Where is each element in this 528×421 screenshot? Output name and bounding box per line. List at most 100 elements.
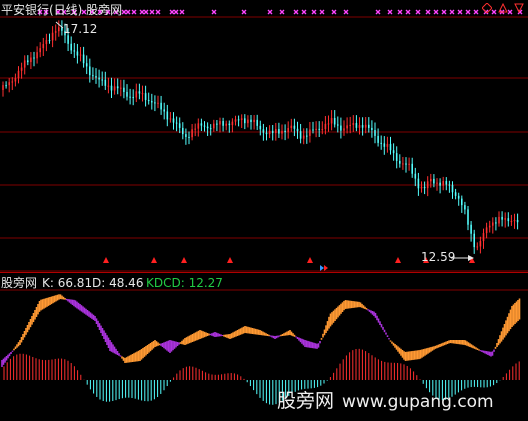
buy-signal: [227, 257, 233, 263]
candle-body: [209, 128, 212, 130]
candle-body: [516, 220, 519, 223]
candle-body: [206, 126, 209, 129]
candle-body: [346, 125, 348, 129]
candle-body: [141, 93, 144, 95]
candle-body: [240, 118, 243, 121]
candle-body: [244, 118, 246, 124]
candle-body: [228, 123, 231, 126]
candle-body: [423, 186, 426, 189]
buy-signal: [395, 257, 401, 263]
candle-body: [417, 178, 420, 189]
x-marker: [121, 9, 127, 15]
candle-body: [473, 233, 475, 248]
x-marker: [425, 9, 431, 15]
x-marker: [507, 9, 513, 15]
candle-body: [355, 123, 358, 128]
candle-body: [116, 86, 119, 89]
candle-body: [411, 163, 413, 174]
x-marker: [331, 9, 337, 15]
chart-window[interactable]: 平安银行(日线) 股旁网 17.12 12.59 股旁网 K: 66.81 D:…: [0, 0, 528, 421]
candle-body: [42, 44, 45, 49]
candle-body: [107, 85, 110, 87]
down-triangle-icon[interactable]: [514, 3, 524, 13]
candle-body: [129, 96, 131, 98]
x-marker: [143, 9, 149, 15]
candle-body: [389, 143, 392, 151]
x-marker: [319, 9, 325, 15]
candle-body: [433, 178, 435, 184]
candle-body: [30, 57, 32, 63]
candle-body: [48, 40, 51, 42]
candle-body: [386, 143, 389, 147]
candle-body: [439, 182, 441, 186]
x-marker: [465, 9, 471, 15]
candle-body: [185, 134, 187, 137]
candle-body: [479, 241, 482, 247]
x-marker: [473, 9, 479, 15]
candle-body: [343, 128, 345, 131]
candle-body: [151, 101, 153, 103]
buy-signal: [151, 257, 157, 263]
diamond-icon[interactable]: [482, 3, 492, 13]
candle-body: [337, 124, 339, 126]
candle-body: [27, 60, 29, 63]
candle-body: [281, 130, 283, 134]
watermark-url: www.gupang.com: [342, 392, 494, 412]
watermark: 股旁网 www.gupang.com: [277, 386, 494, 413]
buy-signal: [103, 257, 109, 263]
candle-body: [163, 109, 165, 112]
x-marker: [155, 9, 161, 15]
candle-body: [113, 86, 116, 91]
candle-body: [321, 129, 324, 131]
candle-body: [504, 218, 506, 220]
candle-body: [147, 99, 150, 102]
x-marker: [441, 9, 447, 15]
x-marker: [211, 9, 217, 15]
candle-body: [253, 119, 255, 123]
candle-body: [11, 81, 14, 83]
candle-body: [95, 76, 97, 78]
x-marker: [311, 9, 317, 15]
candle-body: [414, 173, 417, 179]
up-triangle-icon[interactable]: [498, 3, 508, 13]
candle-body: [138, 91, 141, 94]
candle-body: [219, 121, 221, 125]
buy-signal: [181, 257, 187, 263]
candle-body: [402, 163, 404, 165]
candle-body: [259, 125, 262, 130]
candle-body: [160, 102, 162, 110]
candle-body: [172, 118, 175, 123]
indicator-title: 股旁网: [1, 276, 38, 290]
candle-body: [275, 129, 277, 134]
candle-body: [268, 130, 271, 135]
candle-body: [513, 220, 516, 222]
candle-body: [45, 40, 48, 45]
candle-body: [364, 124, 367, 128]
candle-body: [371, 127, 373, 131]
candle-body: [247, 119, 249, 124]
candle-body: [501, 216, 503, 220]
candle-body: [488, 225, 491, 228]
candle-body: [89, 66, 91, 76]
candle-body: [352, 123, 355, 125]
candle-body: [287, 128, 289, 133]
candle-body: [157, 102, 159, 104]
x-marker: [131, 9, 137, 15]
candle-body: [92, 75, 94, 77]
candle-body: [82, 54, 85, 64]
candle-body: [123, 87, 125, 92]
candle-body: [182, 127, 184, 135]
candle-body: [464, 205, 466, 210]
candle-body: [191, 129, 193, 138]
candle-body: [58, 27, 60, 32]
d-value: D: 48.46: [92, 276, 144, 290]
candle-body: [14, 78, 17, 82]
candle-body: [265, 132, 268, 135]
candle-body: [309, 129, 311, 136]
candle-body: [324, 123, 327, 130]
candle-body: [368, 124, 370, 128]
candle-body: [315, 128, 317, 131]
candle-body: [73, 50, 76, 52]
kline-chart[interactable]: [0, 0, 528, 421]
candle-body: [408, 163, 410, 165]
